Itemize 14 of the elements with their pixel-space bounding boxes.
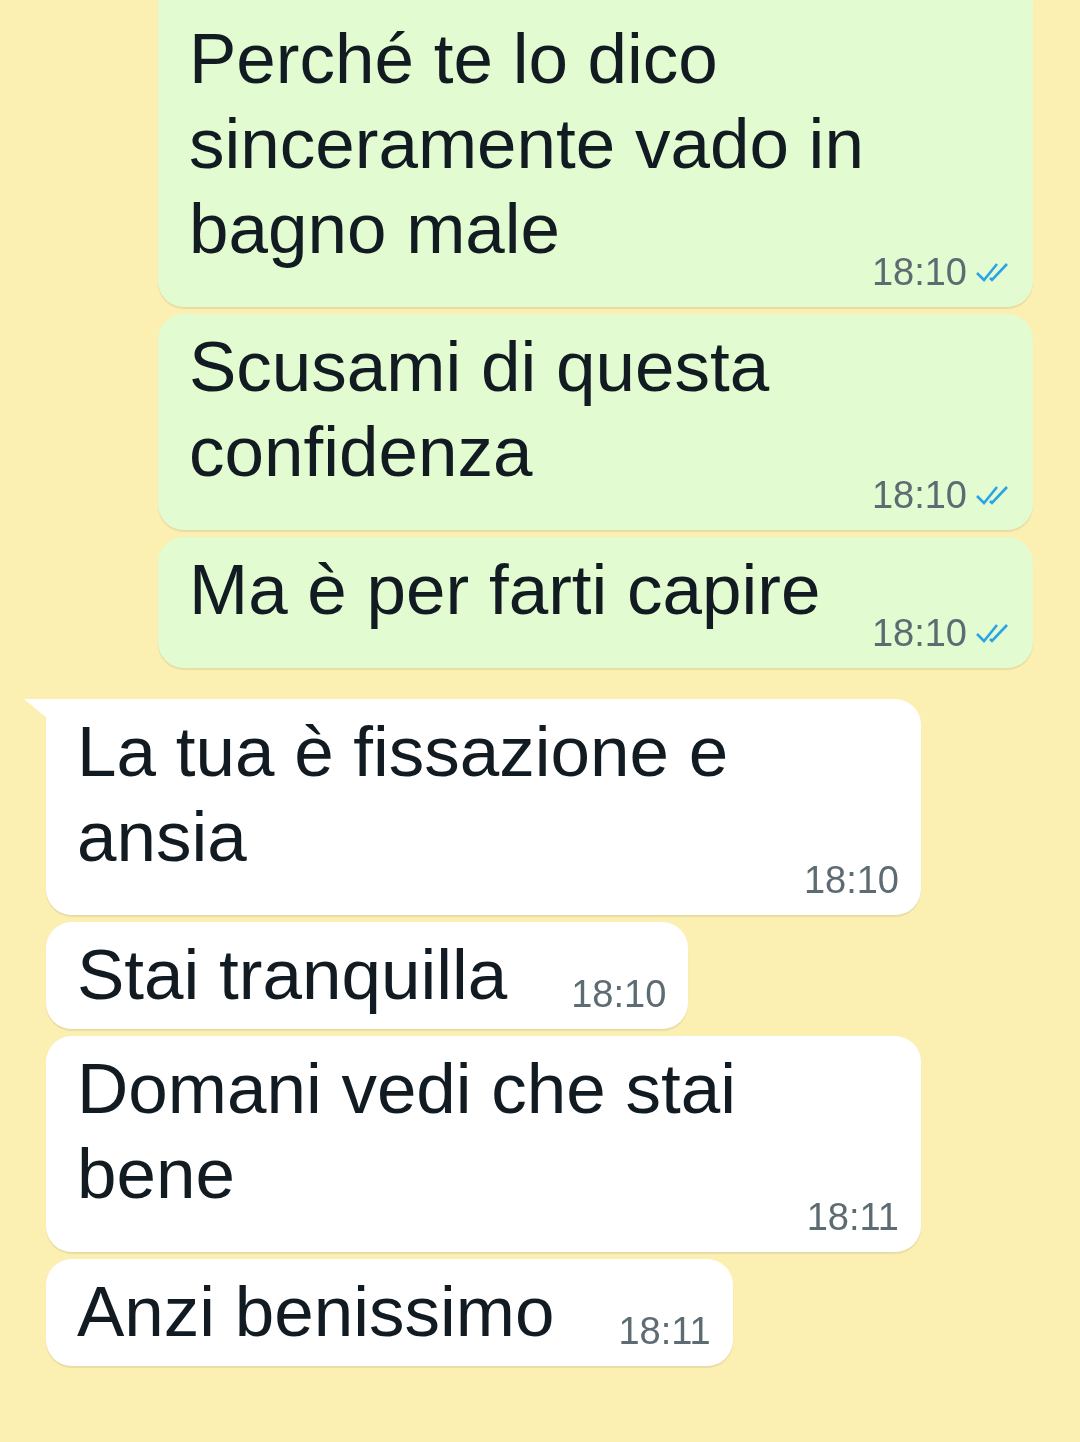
message-text: Scusami di questa confidenza [189, 326, 771, 493]
message-text: Anzi benissimo [77, 1271, 555, 1353]
message-time: 18:10 [571, 972, 667, 1017]
message-time: 18:10 [871, 250, 967, 295]
message-time: 18:10 [803, 858, 899, 903]
message-text: Perché te lo dico sinceramente vado in bagno male [189, 18, 865, 270]
message-time: 18:11 [618, 1309, 711, 1354]
message-time: 18:10 [871, 611, 967, 656]
message-text: La tua è fissazione e ansia [77, 711, 730, 878]
message-text: Stai tranquilla [77, 934, 508, 1016]
message-text: Ma è per farti capire [189, 549, 821, 631]
message-time: 18:10 [871, 473, 967, 518]
message-time: 18:11 [806, 1195, 899, 1240]
message-text: Domani vedi che stai bene [77, 1048, 738, 1215]
